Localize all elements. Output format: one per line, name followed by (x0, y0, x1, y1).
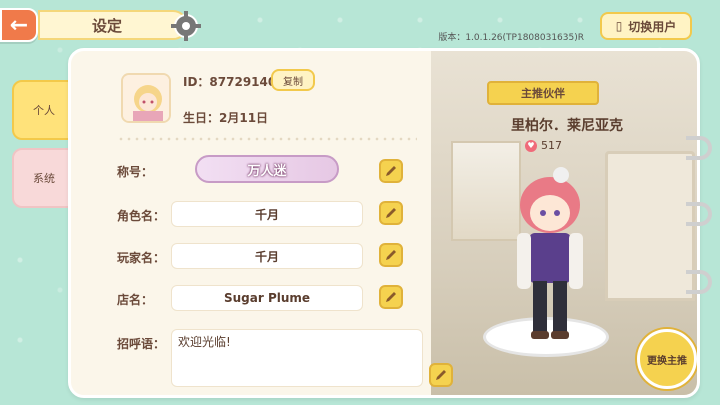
partner-name: 里柏尔．莱尼亚克 (511, 118, 623, 134)
copy-label: 复制 (283, 76, 303, 88)
greeting-value: 欢迎光临! (178, 335, 231, 349)
title-value: 万人迷 (247, 163, 287, 179)
likes-count: 517 (541, 139, 562, 152)
switch-user-label: 切换用户 (628, 19, 677, 34)
edit-role-name-button[interactable] (379, 201, 403, 225)
swap-partner-label: 更换主推 (647, 355, 687, 367)
birthday: 生日：2月11日 (183, 111, 269, 125)
page-title-text: 设定 (92, 16, 123, 35)
binder-ring (686, 270, 712, 294)
shop-name-field[interactable]: Sugar Plume (171, 285, 363, 311)
phone-icon: ▯ (615, 19, 623, 33)
avatar-portrait (123, 75, 169, 121)
background-shelf (605, 151, 695, 301)
back-button[interactable]: ← (0, 8, 38, 42)
edit-shop-name-button[interactable] (379, 285, 403, 309)
partner-banner: 主推伙伴 (487, 81, 599, 105)
partner-banner-label: 主推伙伴 (521, 87, 565, 100)
greeting-label: 招呼语： (117, 337, 166, 351)
swap-partner-button[interactable]: 更换主推 (637, 329, 697, 389)
pencil-icon (386, 292, 396, 302)
title-badge[interactable]: 万人迷 (195, 155, 339, 183)
shop-name-label: 店名： (117, 293, 154, 307)
settings-panel: ID：87729140 复制 生日：2月11日 称号： 万人迷 角色名： 千月 … (68, 48, 700, 398)
heart-icon: ♥ (525, 139, 537, 152)
shop-name-value: Sugar Plume (223, 291, 311, 305)
partner-likes: ♥ 517 (525, 139, 562, 152)
player-name-label: 玩家名： (117, 251, 166, 265)
tab-system[interactable]: 系统 (12, 148, 76, 208)
pencil-icon (386, 250, 396, 260)
partner-section: 主推伙伴 里柏尔．莱尼亚克 ♥ 517 更换主推 (431, 51, 697, 395)
player-name-field[interactable]: 千月 (171, 243, 363, 269)
pencil-icon (386, 208, 396, 218)
binder-ring (686, 202, 712, 226)
title-label: 称号： (117, 165, 154, 179)
user-id: ID：87729140 (183, 75, 277, 89)
avatar[interactable] (121, 73, 171, 123)
role-name-value: 千月 (254, 207, 279, 222)
edit-title-button[interactable] (379, 159, 403, 183)
copy-id-button[interactable]: 复制 (271, 69, 315, 91)
version-text: 版本：1.0.1.26(TP1808031635)R (438, 33, 584, 43)
page-title: 设定 (38, 10, 188, 40)
arrow-left-icon: ← (9, 12, 29, 38)
tab-personal-label: 个人 (33, 104, 55, 117)
edit-player-name-button[interactable] (379, 243, 403, 267)
gear-icon (171, 11, 201, 41)
partner-character[interactable] (495, 161, 605, 351)
binder-ring (686, 136, 712, 160)
switch-user-button[interactable]: ▯ 切换用户 (600, 12, 692, 40)
pencil-icon (386, 166, 396, 176)
pencil-icon (436, 370, 446, 380)
role-name-field[interactable]: 千月 (171, 201, 363, 227)
profile-section: ID：87729140 复制 生日：2月11日 称号： 万人迷 角色名： 千月 … (71, 51, 431, 395)
edit-greeting-button[interactable] (429, 363, 453, 387)
greeting-field[interactable]: 欢迎光临! (171, 329, 423, 387)
tab-system-label: 系统 (33, 172, 55, 185)
tab-personal[interactable]: 个人 (12, 80, 76, 140)
player-name-value: 千月 (254, 249, 279, 264)
role-name-label: 角色名： (117, 209, 166, 223)
divider (117, 137, 417, 141)
